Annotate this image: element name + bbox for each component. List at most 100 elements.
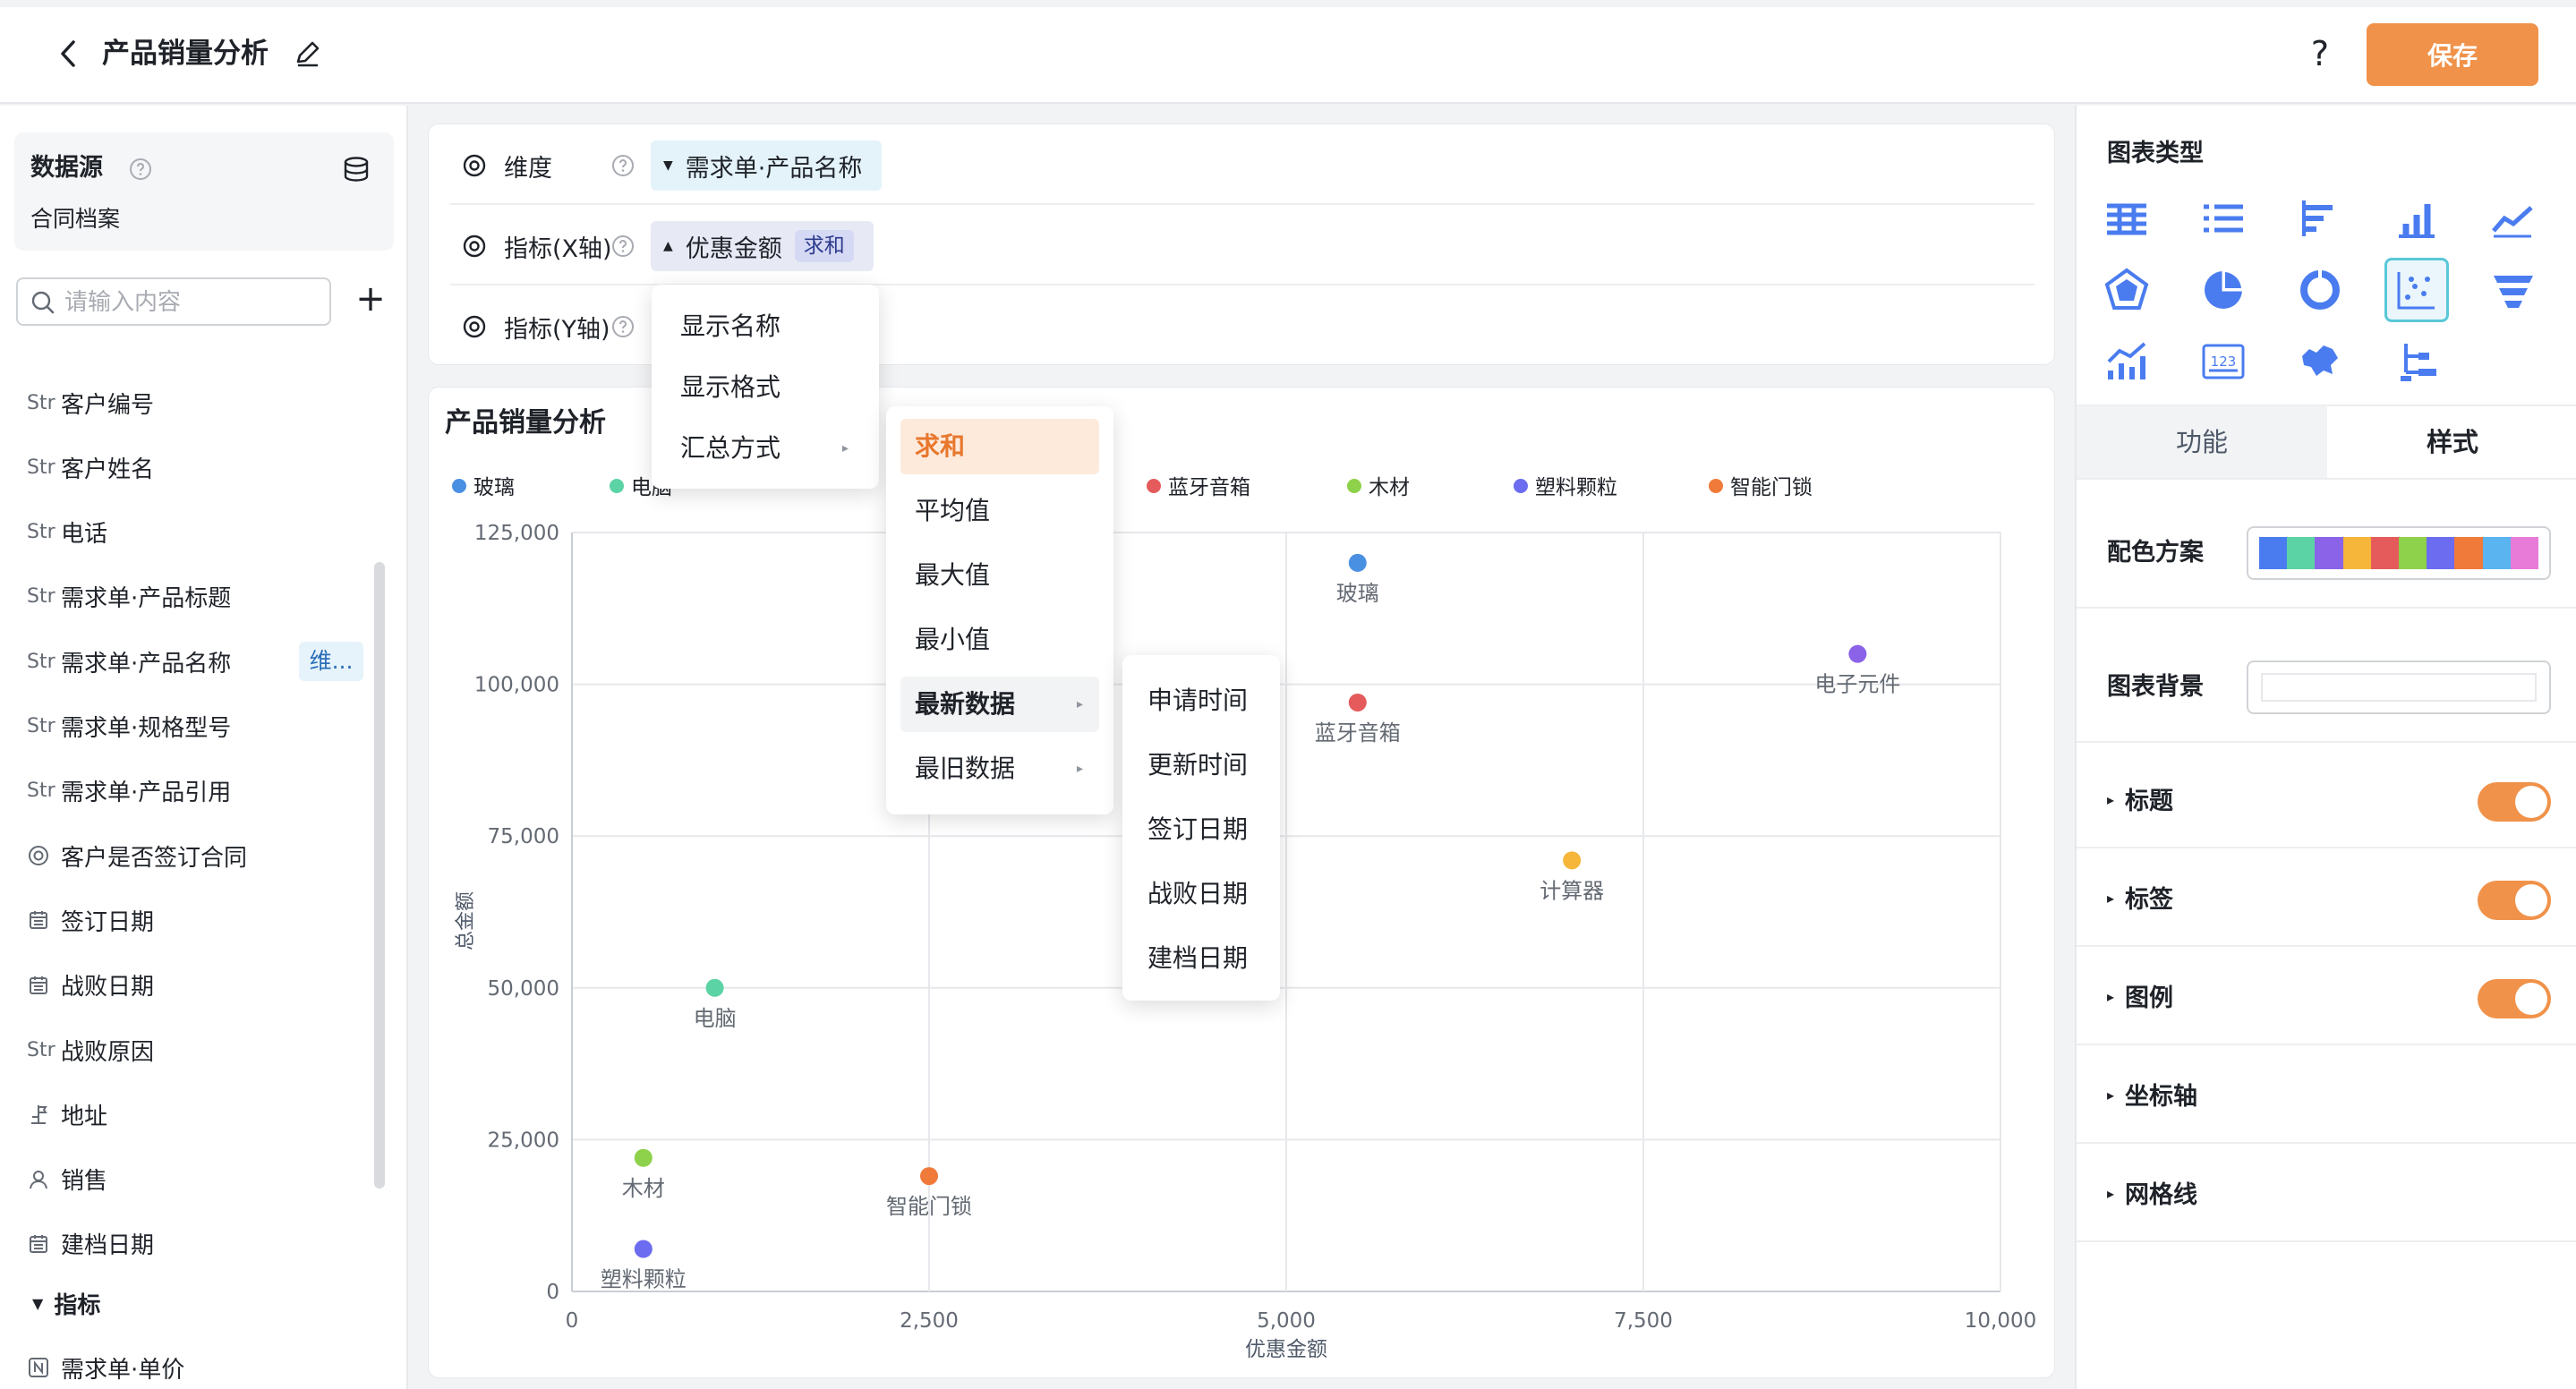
sidebar-scrollbar[interactable] xyxy=(374,562,385,1189)
back-button[interactable] xyxy=(50,34,86,73)
question-circle-icon[interactable] xyxy=(611,315,635,338)
field-item[interactable]: Str 战败原因 xyxy=(27,1030,154,1069)
field-item[interactable]: Str 客户姓名 xyxy=(27,447,154,487)
settings-icon[interactable] xyxy=(461,152,488,179)
menu-item-label: 建档日期 xyxy=(1147,943,1249,973)
menu-item[interactable]: 更新时间 xyxy=(1133,737,1267,793)
style-section-header[interactable]: ▸ 网格线 xyxy=(2107,1178,2197,1214)
section-toggle[interactable] xyxy=(2478,881,2551,920)
menu-item[interactable]: 申请时间 xyxy=(1133,673,1267,729)
scatter-point[interactable] xyxy=(920,1167,938,1186)
field-item[interactable]: 签订日期 xyxy=(27,900,154,940)
field-item[interactable]: 建档日期 xyxy=(27,1224,154,1264)
tab-function[interactable]: 功能 xyxy=(2077,406,2327,478)
section-toggle[interactable] xyxy=(2478,782,2551,822)
menu-item[interactable]: 最小值 xyxy=(900,612,1099,668)
chart-type-map-icon[interactable] xyxy=(2288,329,2352,394)
section-toggle[interactable] xyxy=(2478,979,2551,1018)
menu-item[interactable]: 显示名称 xyxy=(666,299,865,354)
legend-label[interactable]: 蓝牙音箱 xyxy=(1168,476,1250,499)
data-source-value[interactable]: 合同档案 xyxy=(30,202,120,236)
style-section-header[interactable]: ▸ 图例 xyxy=(2107,981,2173,1018)
scatter-point[interactable] xyxy=(1848,644,1867,663)
help-button[interactable]: ? xyxy=(2300,32,2340,75)
question-circle-icon[interactable] xyxy=(611,154,635,177)
scatter-point[interactable] xyxy=(705,978,724,997)
chart-type-tree-icon[interactable] xyxy=(2384,329,2449,394)
dimension-chip[interactable]: ▼ 需求单·产品名称 xyxy=(651,141,883,191)
settings-icon[interactable] xyxy=(461,233,488,260)
caret-right-icon: ▸ xyxy=(1076,762,1083,776)
dimension-badge: 维... xyxy=(299,642,363,682)
radio-icon xyxy=(27,844,57,867)
chart-type-combo-icon[interactable] xyxy=(2094,329,2159,394)
field-item[interactable]: Str 电话 xyxy=(27,513,107,552)
x-axis-chip[interactable]: ▲ 优惠金额 求和 xyxy=(651,221,874,271)
field-label: 需求单·规格型号 xyxy=(61,715,232,742)
field-item[interactable]: Str 需求单·规格型号 xyxy=(27,707,231,746)
menu-item[interactable]: 汇总方式 ▸ xyxy=(666,421,865,476)
scatter-point[interactable] xyxy=(1348,553,1367,572)
settings-icon[interactable] xyxy=(461,313,488,340)
background-color-select[interactable] xyxy=(2247,660,2551,714)
scatter-point[interactable] xyxy=(634,1240,653,1258)
menu-item-label: 最新数据 xyxy=(915,689,1016,719)
add-field-button[interactable]: + xyxy=(351,281,390,320)
field-item[interactable]: Str 需求单·产品名称 xyxy=(27,642,231,681)
field-item[interactable]: 销售 xyxy=(27,1160,107,1199)
field-search-input[interactable] xyxy=(64,285,324,320)
legend-label[interactable]: 木材 xyxy=(1369,476,1410,499)
menu-item[interactable]: 签订日期 xyxy=(1133,802,1267,857)
menu-item[interactable]: 建档日期 xyxy=(1133,931,1267,986)
chart-type-funnel-icon[interactable] xyxy=(2481,258,2546,322)
table-icon xyxy=(2107,203,2146,235)
style-section-header[interactable]: ▸ 标签 xyxy=(2107,882,2173,919)
legend-label[interactable]: 玻璃 xyxy=(473,476,515,499)
user-icon xyxy=(27,1168,57,1191)
menu-item[interactable]: 战败日期 xyxy=(1133,866,1267,922)
scatter-point[interactable] xyxy=(1563,851,1582,870)
menu-item[interactable]: 最旧数据 ▸ xyxy=(900,741,1099,797)
save-button[interactable]: 保存 xyxy=(2367,23,2538,86)
style-section-header[interactable]: ▸ 坐标轴 xyxy=(2107,1079,2197,1116)
scatter-point[interactable] xyxy=(1348,693,1367,712)
caret-right-icon: ▸ xyxy=(2107,1086,2115,1104)
field-item[interactable]: 战败日期 xyxy=(27,966,154,1005)
scatter-point[interactable] xyxy=(634,1148,653,1167)
menu-item[interactable]: 平均值 xyxy=(900,483,1099,539)
database-icon[interactable] xyxy=(340,154,372,186)
menu-item[interactable]: 最大值 xyxy=(900,548,1099,603)
field-item[interactable]: 需求单·单价 xyxy=(27,1348,184,1387)
chart-type-line-icon[interactable] xyxy=(2481,186,2546,251)
chart-type-kpi-number-icon[interactable]: 123 xyxy=(2191,329,2256,394)
chart-type-donut-icon[interactable] xyxy=(2288,258,2352,322)
legend-label[interactable]: 塑料颗粒 xyxy=(1535,476,1617,499)
chart-type-bar-icon[interactable] xyxy=(2384,186,2449,251)
legend-marker xyxy=(1709,479,1723,493)
legend-label[interactable]: 智能门锁 xyxy=(1730,476,1813,499)
field-item[interactable]: 客户是否签订合同 xyxy=(27,836,247,875)
chart-type-radar-icon[interactable] xyxy=(2094,258,2159,322)
question-circle-icon[interactable] xyxy=(611,234,635,258)
menu-item[interactable]: 显示格式 xyxy=(666,360,865,415)
chart-type-pie-icon[interactable] xyxy=(2191,258,2256,322)
palette-select[interactable] xyxy=(2247,526,2551,580)
chart-type-bar-horizontal-icon[interactable] xyxy=(2288,186,2352,251)
menu-item[interactable]: 最新数据 ▸ xyxy=(900,677,1099,732)
tab-style[interactable]: 样式 xyxy=(2327,406,2576,478)
field-item[interactable]: 地址 xyxy=(27,1095,107,1134)
menu-item[interactable]: 求和 xyxy=(900,419,1099,474)
edit-title-button[interactable] xyxy=(292,38,324,70)
field-item[interactable]: Str 客户编号 xyxy=(27,383,154,422)
chart-type-scatter-icon[interactable] xyxy=(2384,258,2449,322)
field-item[interactable]: Str 需求单·产品标题 xyxy=(27,577,231,617)
location-icon xyxy=(27,1103,57,1126)
chart-type-table-icon[interactable] xyxy=(2094,186,2159,251)
metric-section-header[interactable]: ▼ 指标 xyxy=(32,1283,100,1323)
field-item[interactable]: Str 需求单·产品引用 xyxy=(27,771,231,811)
palette-swatch xyxy=(2315,537,2343,569)
question-circle-icon[interactable] xyxy=(129,158,152,181)
chevron-left-icon xyxy=(61,40,75,67)
style-section-header[interactable]: ▸ 标题 xyxy=(2107,784,2173,821)
chart-type-list-icon[interactable] xyxy=(2191,186,2256,251)
